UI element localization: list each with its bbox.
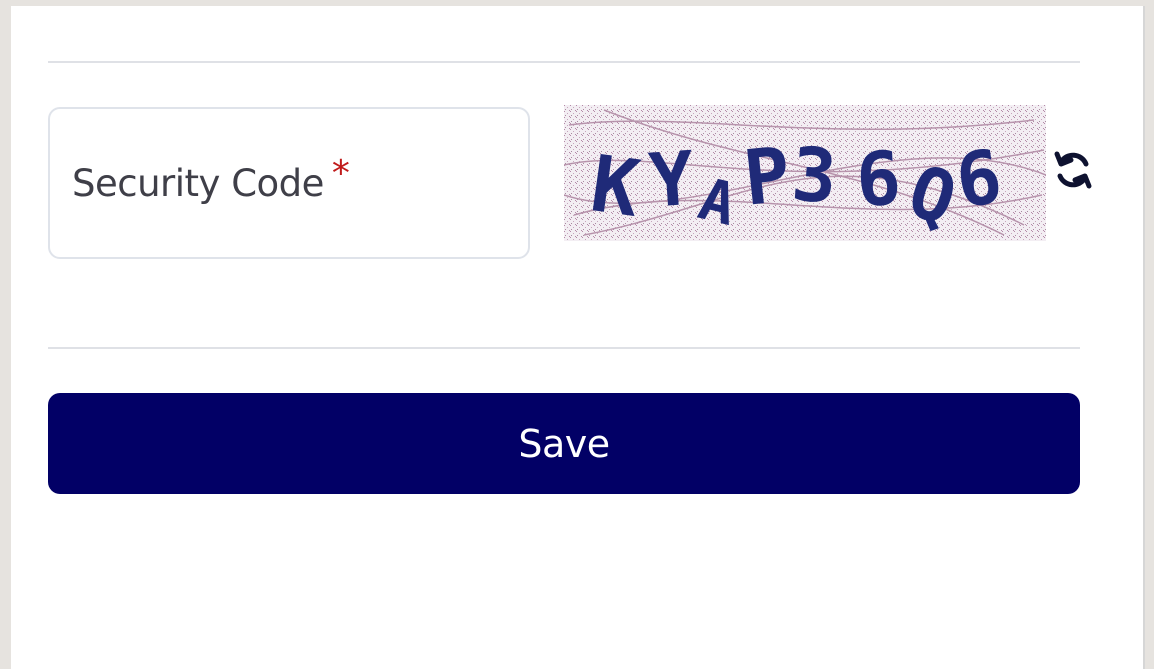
captcha-image: K Y A P 3 6 Q 6 bbox=[564, 105, 1046, 241]
save-button[interactable]: Save bbox=[48, 393, 1080, 494]
captcha-char-4: P bbox=[740, 130, 795, 223]
refresh-icon[interactable] bbox=[1051, 148, 1095, 192]
captcha-char-2: Y bbox=[646, 136, 697, 225]
security-code-field[interactable]: Security Code * bbox=[48, 107, 530, 259]
security-code-input[interactable] bbox=[72, 211, 506, 243]
form-panel: Security Code * K Y A P 3 6 Q 6 Save bbox=[11, 6, 1145, 669]
top-divider bbox=[48, 61, 1080, 63]
captcha-graphic: K Y A P 3 6 Q 6 bbox=[564, 105, 1046, 241]
security-code-label: Security Code bbox=[72, 161, 324, 205]
captcha-char-6: 6 bbox=[854, 136, 903, 224]
captcha-char-5: 3 bbox=[789, 132, 839, 221]
section-divider bbox=[48, 347, 1080, 349]
required-asterisk: * bbox=[331, 152, 350, 194]
